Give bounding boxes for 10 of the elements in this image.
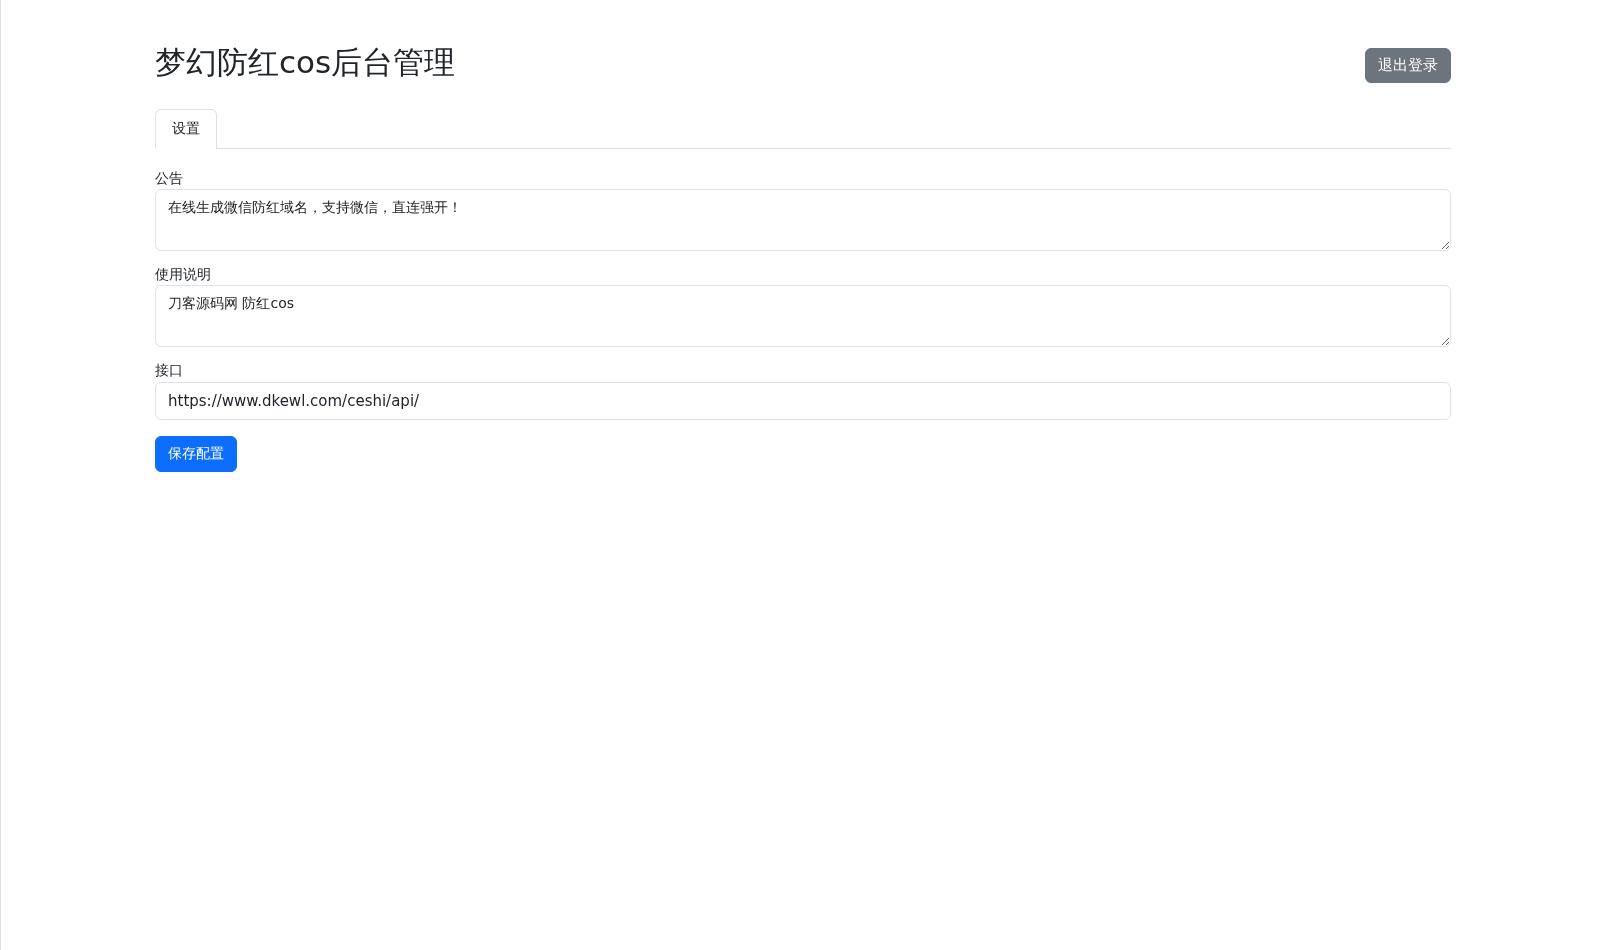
settings-tab[interactable]: 设置 bbox=[155, 109, 217, 149]
input-field[interactable]: https://www.dkewl.com/ceshi/api/ bbox=[155, 381, 1451, 420]
logout-button[interactable]: 退出登录 bbox=[1365, 48, 1451, 83]
text-area[interactable]: 刀客源码网 防红cos bbox=[155, 285, 1451, 348]
field-label: 公告 bbox=[155, 169, 183, 188]
field-label: 使用说明 bbox=[155, 265, 211, 284]
page-title: 梦幻防红cos后台管理 bbox=[155, 43, 456, 82]
save-button[interactable]: 保存配置 bbox=[155, 435, 237, 472]
field-label: 接口 bbox=[155, 361, 183, 380]
text-area[interactable]: 在线生成微信防红域名，支持微信，直连强开！ bbox=[155, 189, 1451, 252]
